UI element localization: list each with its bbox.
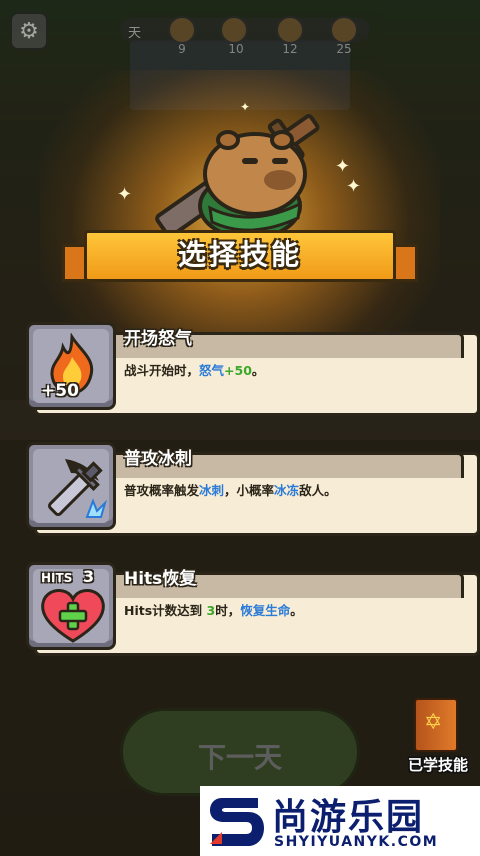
skill-icon-value: +50	[41, 381, 79, 401]
skill-icon-frame: +50	[26, 322, 116, 410]
skill-card-ice-spike[interactable]: 普攻冰刺 普攻概率触发冰刺，小概率冰冻敌人。	[18, 442, 480, 540]
sparkle-icon: ✦	[117, 184, 133, 205]
hits-badge-count: 3	[83, 567, 95, 586]
milestone-node	[330, 16, 358, 44]
sparkle-icon: ✦	[335, 156, 351, 177]
skill-description: Hits计数达到 3时，恢复生命。	[124, 600, 303, 619]
learned-skills-button[interactable]: ✡ 已学技能	[400, 696, 476, 786]
milestone-node	[276, 16, 304, 44]
desc-text: 。	[290, 603, 303, 618]
skill-description: 战斗开始时，怒气+50。	[124, 360, 264, 379]
ice-sword-icon	[47, 459, 108, 518]
next-day-label: 下一天	[197, 741, 282, 774]
sparkle-icon: ✦	[240, 100, 251, 114]
sparkle-icon: ✦	[346, 176, 362, 197]
skill-description: 普攻概率触发冰刺，小概率冰冻敌人。	[124, 480, 337, 499]
desc-highlight: 冰刺	[199, 483, 225, 498]
desc-text: 战斗开始时，	[124, 363, 200, 378]
watermark-url: SHYIYUANYK.COM	[274, 834, 439, 850]
skill-icon-frame: HITS 3	[26, 562, 116, 650]
desc-text: 。	[251, 363, 265, 378]
heart-plus-icon	[41, 589, 105, 643]
skill-card-hits-recovery[interactable]: HITS 3 Hits恢复 Hits计数达到 3时，恢复生命。	[18, 562, 480, 660]
capybara-hero	[150, 96, 340, 246]
desc-highlight: 恢复生命	[240, 603, 291, 618]
milestone-node	[220, 16, 248, 44]
desc-text: 时，	[215, 603, 241, 618]
desc-text: ，小概率	[224, 483, 275, 498]
capybara-sword-illustration	[155, 114, 320, 240]
skill-name: 普攻冰刺	[124, 449, 192, 469]
desc-text: Hits计数达到	[124, 603, 207, 618]
milestone-day: 25	[336, 42, 352, 56]
star-of-david-icon: ✡	[424, 710, 443, 735]
learned-skills-label: 已学技能	[407, 756, 468, 774]
milestone-day: 10	[228, 42, 244, 56]
desc-highlight: 怒气	[199, 363, 225, 378]
milestone-day: 12	[282, 42, 298, 56]
skill-name: 开场怒气	[124, 329, 192, 349]
hits-badge: HITS	[41, 571, 73, 585]
day-label: 天	[128, 26, 142, 41]
skill-name: Hits恢复	[124, 569, 197, 589]
gear-icon[interactable]: ⚙	[10, 12, 48, 50]
desc-text: 敌人。	[299, 483, 337, 498]
milestone-node	[168, 16, 196, 44]
desc-highlight: 3	[206, 603, 216, 618]
desc-text: 普攻概率触发	[124, 483, 200, 498]
desc-highlight: 50	[234, 363, 252, 378]
desc-highlight: 冰冻	[274, 483, 300, 498]
watermark: 尚游乐园 SHYIYUANYK.COM	[200, 786, 480, 856]
watermark-name: 尚游乐园	[272, 797, 425, 838]
choose-skill-banner: 选择技能	[62, 228, 418, 288]
top-bar: ⚙ 天 9 10 12 25	[0, 8, 480, 56]
skill-card-opening-rage[interactable]: +50 开场怒气 战斗开始时，怒气+50。	[18, 322, 480, 420]
skill-icon-frame	[26, 442, 116, 530]
banner-title: 选择技能	[177, 238, 302, 271]
game-screen: ⚙ 天 9 10 12 25 ✦ ✦ ✦ ✦ 选择技能 +50 开场怒气 战斗开…	[0, 0, 480, 856]
desc-text: +	[224, 363, 235, 378]
book-icon: ✡	[414, 698, 458, 752]
milestone-day: 9	[178, 42, 186, 56]
watermark-logo-icon	[210, 798, 264, 846]
